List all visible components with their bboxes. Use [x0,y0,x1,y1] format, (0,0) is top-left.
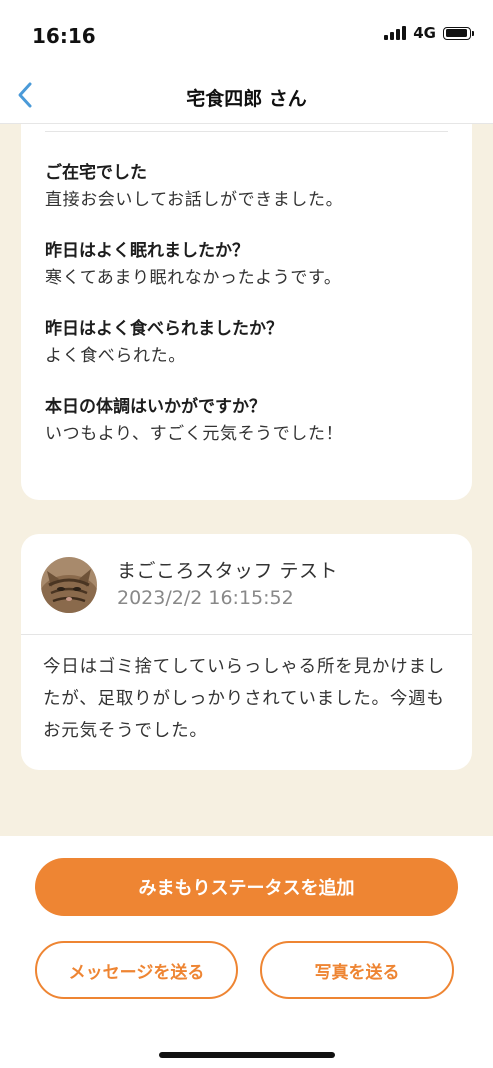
message-timestamp: 2023/2/2 16:15:52 [117,587,294,609]
status-item-value: 直接お会いしてお話しができました。 [45,190,344,210]
status-bar: 16:16 4G [0,0,493,68]
add-status-button[interactable]: みまもりステータスを追加 [35,858,458,916]
status-item-value: 寒くてあまり眠れなかったようです。 [45,268,342,288]
bottom-action-bar: みまもりステータスを追加 メッセージを送る 写真を送る [0,836,493,1068]
message-card: まごころスタッフ テスト 2023/2/2 16:15:52 今日はゴミ捨てして… [21,534,472,770]
message-body: 今日はゴミ捨てしていらっしゃる所を見かけましたが、足取りがしっかりされていました… [43,657,446,741]
avatar[interactable] [41,557,97,613]
timeline-content[interactable]: ご在宅でした 直接お会いしてお話しができました。 昨日はよく眠れましたか？ 寒く… [0,124,493,836]
battery-icon [443,26,474,40]
page-title: 宅食四郎 さん [186,88,307,110]
status-time: 16:16 [32,24,96,48]
status-item-value: いつもより、すごく元気そうでした！ [45,424,344,444]
cat-avatar-image [41,557,97,613]
send-photo-button[interactable]: 写真を送る [260,941,454,999]
status-item: 本日の体調はいかがですか？ いつもより、すごく元気そうでした！ [45,394,448,448]
card-divider [45,131,448,132]
status-item-label: 昨日はよく食べられましたか？ [45,319,283,339]
card-divider [21,634,472,635]
status-indicators: 4G [384,24,474,42]
status-item-label: 本日の体調はいかがですか？ [45,397,266,417]
send-message-button[interactable]: メッセージを送る [35,941,238,999]
message-author: まごころスタッフ テスト [117,560,339,582]
status-item: ご在宅でした 直接お会いしてお話しができました。 [45,160,448,214]
status-item-value: よく食べられた。 [45,346,186,366]
status-item-label: 昨日はよく眠れましたか？ [45,241,249,261]
status-item: 昨日はよく食べられましたか？ よく食べられた。 [45,316,448,370]
navigation-bar: 宅食四郎 さん [0,68,493,124]
network-type: 4G [413,24,436,42]
home-indicator[interactable] [159,1052,335,1058]
status-item-label: ご在宅でした [45,163,147,183]
status-item: 昨日はよく眠れましたか？ 寒くてあまり眠れなかったようです。 [45,238,448,292]
cellular-signal-icon [384,26,407,40]
status-card: ご在宅でした 直接お会いしてお話しができました。 昨日はよく眠れましたか？ 寒く… [21,124,472,500]
